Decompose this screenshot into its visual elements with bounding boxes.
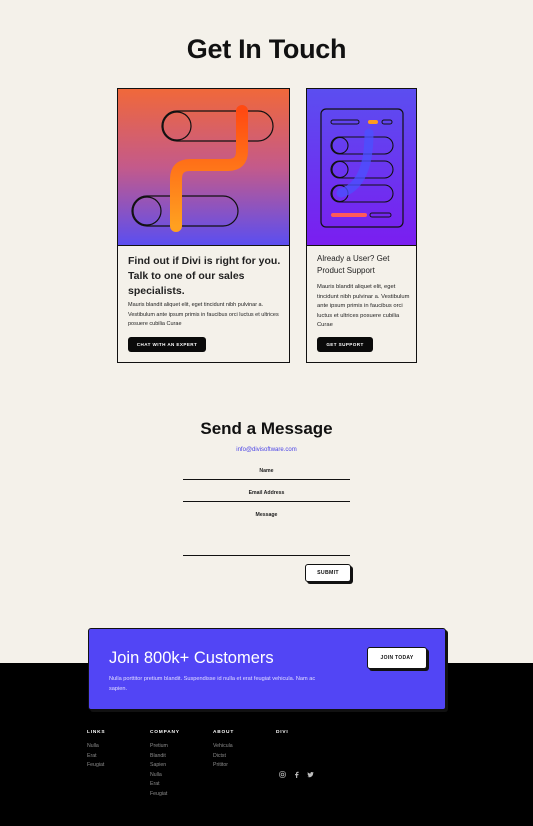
social-links: [279, 771, 314, 778]
footer-divi-column: DIVI: [276, 730, 289, 742]
support-card-body: Mauris blandit aliquet elit, eget tincid…: [317, 284, 410, 328]
footer-link[interactable]: Vehicula: [213, 742, 234, 752]
chat-with-expert-button[interactable]: CHAT WITH AN EXPERT: [128, 337, 206, 352]
instagram-icon[interactable]: [279, 771, 286, 778]
footer-link[interactable]: Blandit: [150, 752, 180, 762]
cta-title: Join 800k+ Customers: [109, 649, 274, 667]
footer-company-heading: COMPANY: [150, 730, 180, 735]
footer-link[interactable]: Sapien: [150, 761, 180, 771]
footer-divi-heading: DIVI: [276, 730, 289, 735]
support-card-heading: Already a User? Get Product Support: [317, 254, 390, 275]
contact-email-link[interactable]: info@divisoftware.com: [0, 447, 533, 453]
footer-link[interactable]: Erat: [87, 752, 105, 762]
footer-links-heading: LINKS: [87, 730, 106, 735]
sales-card: Find out if Divi is right for you. Talk …: [117, 88, 290, 363]
join-today-button[interactable]: JOIN TODAY: [367, 647, 427, 669]
footer-links-column: LINKS Nulla Erat Feugiat: [87, 730, 105, 771]
support-card: Already a User? Get Product Support Maur…: [306, 88, 417, 363]
join-cta-banner: Join 800k+ Customers Nulla porttitor pre…: [88, 628, 446, 710]
message-field-label: Message: [255, 512, 278, 518]
footer-link[interactable]: Feugiat: [87, 761, 105, 771]
sales-card-body: Mauris blandit aliquet elit, eget tincid…: [128, 302, 279, 327]
message-field[interactable]: Message: [183, 508, 350, 556]
footer-link[interactable]: Nulla: [150, 771, 180, 781]
support-illustration: [307, 89, 416, 246]
facebook-icon[interactable]: [293, 771, 300, 778]
footer-link[interactable]: Dictst: [213, 752, 234, 762]
get-support-button[interactable]: GET SUPPORT: [317, 337, 373, 352]
sales-card-heading: Find out if Divi is right for you. Talk …: [128, 255, 281, 297]
email-field[interactable]: Email Address: [183, 486, 350, 502]
footer-company-column: COMPANY Pretium Blandit Sapien Nulla Era…: [150, 730, 180, 799]
footer-link[interactable]: Feugiat: [150, 790, 180, 800]
email-field-label: Email Address: [248, 490, 285, 496]
footer-link[interactable]: Pretium: [150, 742, 180, 752]
footer-link[interactable]: Erat: [150, 780, 180, 790]
page-title: Get In Touch: [186, 34, 347, 64]
twitter-icon[interactable]: [307, 771, 314, 778]
cta-text: Nulla porttitor pretium blandit. Suspend…: [109, 676, 316, 692]
footer-about-heading: ABOUT: [213, 730, 235, 735]
name-field[interactable]: Name: [183, 464, 350, 480]
message-section-title: Send a Message: [200, 419, 333, 438]
sales-illustration: [118, 89, 289, 246]
footer-link[interactable]: Nulla: [87, 742, 105, 752]
footer-about-column: ABOUT Vehicula Dictst Prititor: [213, 730, 234, 771]
footer-link[interactable]: Prititor: [213, 761, 234, 771]
name-field-label: Name: [259, 468, 274, 474]
submit-button[interactable]: SUBMIT: [305, 564, 351, 582]
